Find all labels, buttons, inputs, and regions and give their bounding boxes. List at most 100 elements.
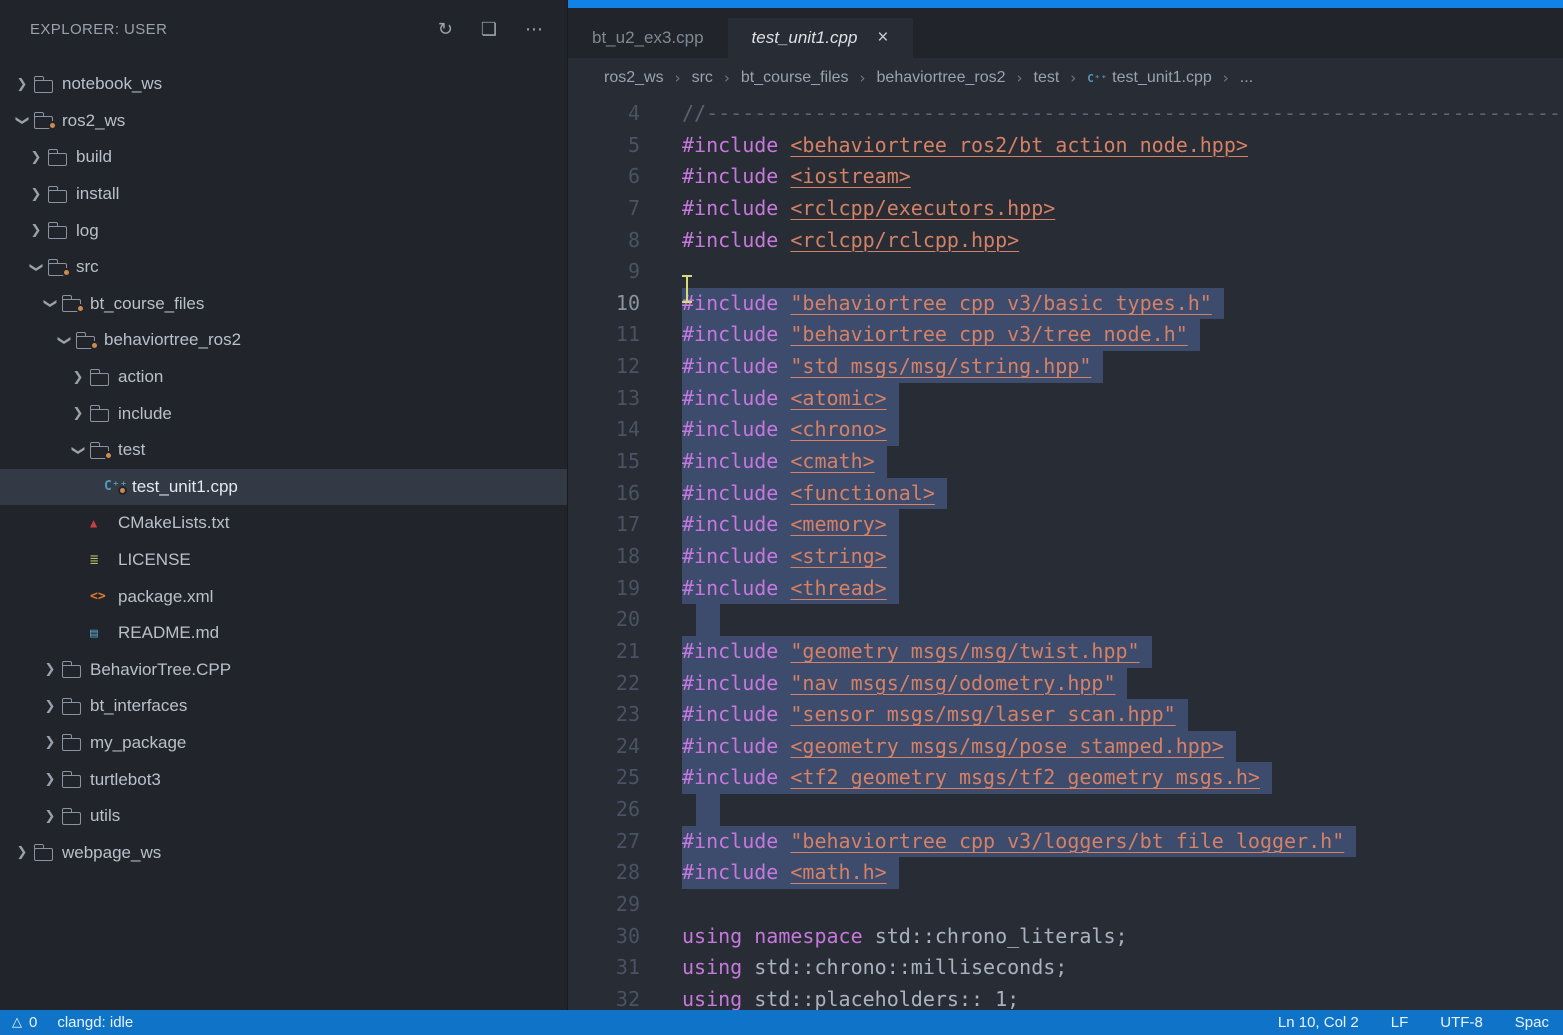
breadcrumb-item-[interactable]: ... bbox=[1240, 69, 1253, 87]
tree-item-bt-course-files[interactable]: ❯bt_course_files bbox=[0, 286, 567, 323]
line-number[interactable]: 6 bbox=[568, 161, 640, 193]
status-eol[interactable]: LF bbox=[1391, 1014, 1409, 1031]
tree-item-cmakelists-txt[interactable]: ❯▲CMakeLists.txt bbox=[0, 505, 567, 542]
clangd-status[interactable]: clangd: idle bbox=[57, 1014, 133, 1031]
breadcrumb-item-src[interactable]: src bbox=[692, 69, 713, 87]
code-line-14[interactable]: 14#include <chrono> bbox=[568, 414, 1563, 446]
chevron-right-icon[interactable]: ❯ bbox=[24, 223, 48, 238]
chevron-right-icon[interactable]: ❯ bbox=[38, 735, 62, 750]
tree-item-install[interactable]: ❯install bbox=[0, 176, 567, 213]
tree-item-ros2-ws[interactable]: ❯ros2_ws bbox=[0, 103, 567, 140]
tree-item-src[interactable]: ❯src bbox=[0, 249, 567, 286]
line-number[interactable]: 25 bbox=[568, 762, 640, 794]
code-line-8[interactable]: 8#include <rclcpp/rclcpp.hpp> bbox=[568, 225, 1563, 257]
code-line-17[interactable]: 17#include <memory> bbox=[568, 509, 1563, 541]
code-line-13[interactable]: 13#include <atomic> bbox=[568, 383, 1563, 415]
line-number[interactable]: 27 bbox=[568, 826, 640, 858]
chevron-right-icon[interactable]: ❯ bbox=[24, 150, 48, 165]
code-line-11[interactable]: 11#include "behaviortree_cpp_v3/tree_nod… bbox=[568, 319, 1563, 351]
status-encoding[interactable]: UTF-8 bbox=[1440, 1014, 1483, 1031]
breadcrumb-item-behaviortree-ros2[interactable]: behaviortree_ros2 bbox=[877, 69, 1006, 87]
tree-item-bt-interfaces[interactable]: ❯bt_interfaces bbox=[0, 688, 567, 725]
tree-item-license[interactable]: ❯≣LICENSE bbox=[0, 542, 567, 579]
tab-bt-u2-ex3-cpp[interactable]: bt_u2_ex3.cpp bbox=[568, 18, 728, 58]
line-number[interactable]: 16 bbox=[568, 478, 640, 510]
code-editor[interactable]: 4//-------------------------------------… bbox=[568, 98, 1563, 1010]
code-line-26[interactable]: 26 bbox=[568, 794, 1563, 826]
close-icon[interactable]: × bbox=[877, 27, 888, 49]
line-number[interactable]: 19 bbox=[568, 573, 640, 605]
refresh-explorer-icon[interactable]: ↻ bbox=[438, 19, 453, 40]
chevron-right-icon[interactable]: ❯ bbox=[38, 772, 62, 787]
code-line-15[interactable]: 15#include <cmath> bbox=[568, 446, 1563, 478]
line-number[interactable]: 29 bbox=[568, 889, 640, 921]
line-number[interactable]: 24 bbox=[568, 731, 640, 763]
tree-item-package-xml[interactable]: ❯<>package.xml bbox=[0, 578, 567, 615]
line-number[interactable]: 8 bbox=[568, 225, 640, 257]
chevron-down-icon[interactable]: ❯ bbox=[43, 292, 58, 316]
status-indentation[interactable]: Spac bbox=[1515, 1014, 1549, 1031]
line-number[interactable]: 21 bbox=[568, 636, 640, 668]
line-number[interactable]: 10 bbox=[568, 288, 640, 320]
tree-item-build[interactable]: ❯build bbox=[0, 139, 567, 176]
code-line-19[interactable]: 19#include <thread> bbox=[568, 573, 1563, 605]
more-actions-icon[interactable]: ⋯ bbox=[525, 19, 543, 40]
breadcrumb-item-test-unit1-cpp[interactable]: C⁺⁺test_unit1.cpp bbox=[1087, 69, 1212, 87]
tree-item-notebook-ws[interactable]: ❯notebook_ws bbox=[0, 66, 567, 103]
chevron-right-icon[interactable]: ❯ bbox=[24, 187, 48, 202]
line-number[interactable]: 30 bbox=[568, 921, 640, 953]
tree-item-test-unit1-cpp[interactable]: ❯C⁺⁺test_unit1.cpp bbox=[0, 469, 567, 506]
line-number[interactable]: 28 bbox=[568, 857, 640, 889]
code-line-27[interactable]: 27#include "behaviortree_cpp_v3/loggers/… bbox=[568, 826, 1563, 858]
tree-item-include[interactable]: ❯include bbox=[0, 395, 567, 432]
line-number[interactable]: 18 bbox=[568, 541, 640, 573]
line-number[interactable]: 14 bbox=[568, 414, 640, 446]
code-line-31[interactable]: 31using std::chrono::milliseconds; bbox=[568, 952, 1563, 984]
code-line-6[interactable]: 6#include <iostream> bbox=[568, 161, 1563, 193]
tree-item-webpage-ws[interactable]: ❯webpage_ws bbox=[0, 834, 567, 871]
code-line-22[interactable]: 22#include "nav_msgs/msg/odometry.hpp" bbox=[568, 668, 1563, 700]
tree-item-turtlebot3[interactable]: ❯turtlebot3 bbox=[0, 761, 567, 798]
line-number[interactable]: 4 bbox=[568, 98, 640, 130]
code-line-18[interactable]: 18#include <string> bbox=[568, 541, 1563, 573]
code-line-5[interactable]: 5#include <behaviortree_ros2/bt_action_n… bbox=[568, 130, 1563, 162]
tab-test-unit1-cpp[interactable]: test_unit1.cpp× bbox=[728, 18, 913, 58]
tree-item-log[interactable]: ❯log bbox=[0, 212, 567, 249]
line-number[interactable]: 11 bbox=[568, 319, 640, 351]
code-line-24[interactable]: 24#include <geometry_msgs/msg/pose_stamp… bbox=[568, 731, 1563, 763]
tree-item-behaviortree-cpp[interactable]: ❯BehaviorTree.CPP bbox=[0, 652, 567, 689]
code-line-23[interactable]: 23#include "sensor_msgs/msg/laser_scan.h… bbox=[568, 699, 1563, 731]
tree-item-readme-md[interactable]: ❯▤README.md bbox=[0, 615, 567, 652]
chevron-right-icon[interactable]: ❯ bbox=[38, 662, 62, 677]
code-line-10[interactable]: 10#include "behaviortree_cpp_v3/basic_ty… bbox=[568, 288, 1563, 320]
line-number[interactable]: 7 bbox=[568, 193, 640, 225]
breadcrumb-item-ros2-ws[interactable]: ros2_ws bbox=[604, 69, 664, 87]
chevron-right-icon[interactable]: ❯ bbox=[10, 77, 34, 92]
line-number[interactable]: 22 bbox=[568, 668, 640, 700]
tree-item-behaviortree-ros2[interactable]: ❯behaviortree_ros2 bbox=[0, 322, 567, 359]
tree-item-utils[interactable]: ❯utils bbox=[0, 798, 567, 835]
code-line-7[interactable]: 7#include <rclcpp/executors.hpp> bbox=[568, 193, 1563, 225]
chevron-right-icon[interactable]: ❯ bbox=[10, 845, 34, 860]
line-number[interactable]: 32 bbox=[568, 984, 640, 1010]
chevron-right-icon[interactable]: ❯ bbox=[38, 699, 62, 714]
code-line-9[interactable]: 9 bbox=[568, 256, 1563, 288]
code-line-20[interactable]: 20 bbox=[568, 604, 1563, 636]
line-number[interactable]: 9 bbox=[568, 256, 640, 288]
chevron-down-icon[interactable]: ❯ bbox=[15, 109, 30, 133]
code-line-28[interactable]: 28#include <math.h> bbox=[568, 857, 1563, 889]
line-number[interactable]: 17 bbox=[568, 509, 640, 541]
code-line-30[interactable]: 30using namespace std::chrono_literals; bbox=[568, 921, 1563, 953]
code-line-4[interactable]: 4//-------------------------------------… bbox=[568, 98, 1563, 130]
collapse-folders-icon[interactable]: ❏ bbox=[481, 19, 497, 40]
line-number[interactable]: 13 bbox=[568, 383, 640, 415]
code-line-25[interactable]: 25#include <tf2_geometry_msgs/tf2_geomet… bbox=[568, 762, 1563, 794]
code-line-12[interactable]: 12#include "std_msgs/msg/string.hpp" bbox=[568, 351, 1563, 383]
line-number[interactable]: 20 bbox=[568, 604, 640, 636]
code-line-21[interactable]: 21#include "geometry_msgs/msg/twist.hpp" bbox=[568, 636, 1563, 668]
chevron-down-icon[interactable]: ❯ bbox=[71, 438, 86, 462]
chevron-right-icon[interactable]: ❯ bbox=[66, 406, 90, 421]
code-line-29[interactable]: 29 bbox=[568, 889, 1563, 921]
status-cursor-position[interactable]: Ln 10, Col 2 bbox=[1278, 1014, 1359, 1031]
code-line-16[interactable]: 16#include <functional> bbox=[568, 478, 1563, 510]
